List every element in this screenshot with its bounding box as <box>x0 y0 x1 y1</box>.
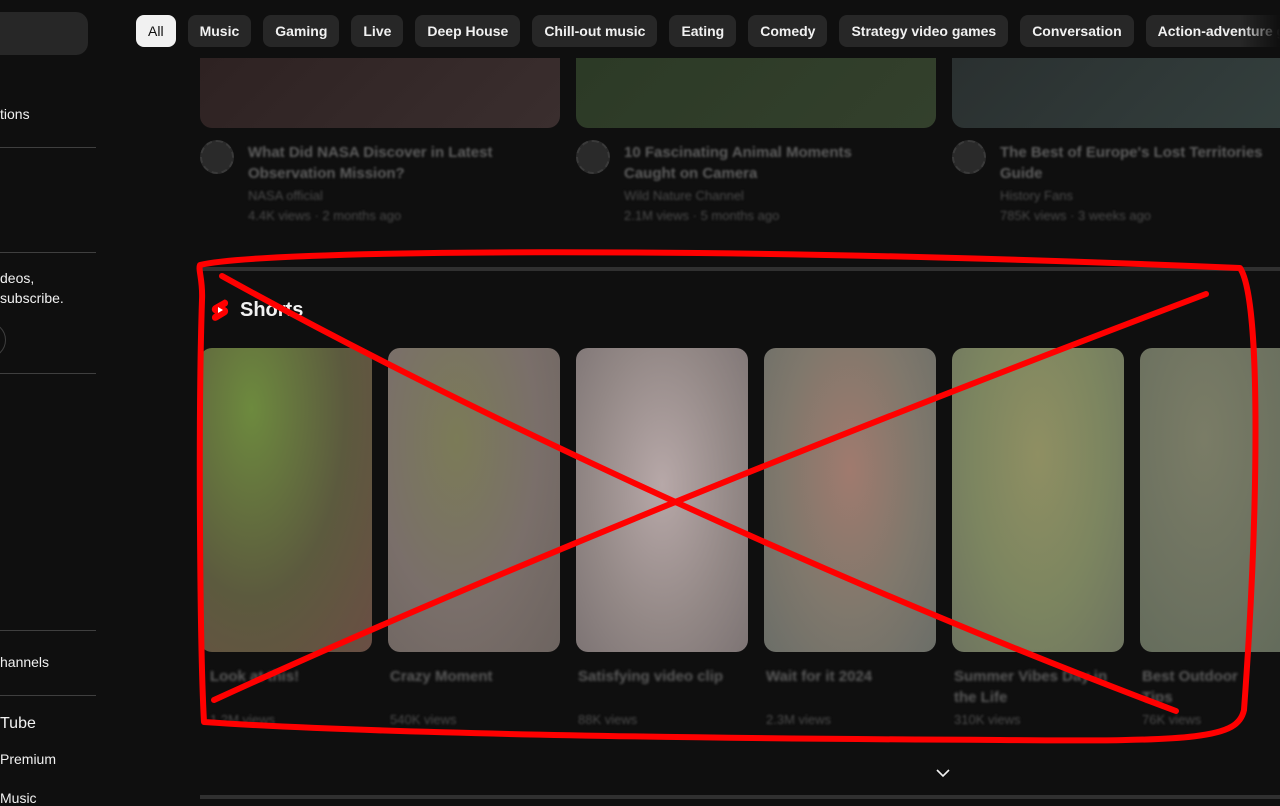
signin-prompt-line1: deos, <box>0 270 35 286</box>
section-divider <box>200 795 1280 799</box>
short-title[interactable]: Summer Vibes Day in the Life <box>954 666 1114 708</box>
sidebar-divider <box>0 695 96 696</box>
sidebar-divider <box>0 147 96 148</box>
short-views: 540K views <box>390 712 457 727</box>
channel-avatar[interactable] <box>576 140 610 174</box>
short-thumbnail[interactable] <box>200 348 372 652</box>
chip-conversation[interactable]: Conversation <box>1020 15 1134 47</box>
chip-live[interactable]: Live <box>351 15 404 47</box>
shorts-title: Shorts <box>240 298 304 321</box>
video-thumbnail[interactable] <box>952 58 1280 128</box>
signin-button[interactable] <box>0 322 6 358</box>
chip-gaming[interactable]: Gaming <box>263 15 340 47</box>
sidebar: tions deos, subscribe. hannels Tube Prem… <box>0 0 96 806</box>
video-channel-name[interactable]: NASA official <box>248 188 518 203</box>
video-title[interactable]: 10 Fascinating Animal Moments Caught on C… <box>624 142 894 184</box>
chip-music[interactable]: Music <box>187 15 252 47</box>
short-views: 2.3M views <box>766 712 832 727</box>
sidebar-item-you[interactable] <box>0 12 88 55</box>
chip-strategy-video-games[interactable]: Strategy video games <box>839 15 1009 47</box>
channel-avatar[interactable] <box>200 140 234 174</box>
sidebar-item-browse-channels[interactable]: hannels <box>0 654 49 670</box>
signin-prompt-line2: subscribe. <box>0 290 64 306</box>
shorts-header: Shorts <box>210 298 303 322</box>
filter-chips-bar: All Music Gaming Live Deep House Chill-o… <box>136 15 1280 47</box>
short-thumbnail[interactable] <box>952 348 1124 652</box>
sidebar-item-premium[interactable]: Premium <box>0 751 56 767</box>
chip-eating[interactable]: Eating <box>669 15 737 47</box>
short-title[interactable]: Crazy Moment <box>390 666 550 687</box>
sidebar-heading-more-from-youtube: Tube <box>0 715 36 732</box>
video-views: 785K views · 3 weeks ago <box>1000 208 1152 223</box>
chip-all[interactable]: All <box>136 15 176 47</box>
chips-fade <box>1240 0 1280 60</box>
shorts-logo-icon <box>211 299 229 321</box>
sidebar-item-music[interactable]: Music <box>0 790 37 806</box>
section-divider <box>200 267 1280 271</box>
sidebar-divider <box>0 252 96 253</box>
sidebar-divider <box>0 630 96 631</box>
video-views: 4.4K views · 2 months ago <box>248 208 402 223</box>
channel-avatar[interactable] <box>952 140 986 174</box>
video-channel-name[interactable]: History Fans <box>1000 188 1270 203</box>
short-views: 88K views <box>578 712 638 727</box>
short-views: 76K views <box>1142 712 1202 727</box>
video-thumbnail[interactable] <box>200 58 560 128</box>
video-title[interactable]: The Best of Europe's Lost Territories Gui… <box>1000 142 1270 184</box>
chevron-down-icon[interactable] <box>934 764 952 782</box>
chip-deep-house[interactable]: Deep House <box>415 15 521 47</box>
short-title[interactable]: Satisfying video clip <box>578 666 738 687</box>
short-title[interactable]: Best Outdoor Tips <box>1142 666 1272 708</box>
short-views: 310K views <box>954 712 1021 727</box>
short-thumbnail[interactable] <box>1140 348 1280 652</box>
chip-chill-out-music[interactable]: Chill-out music <box>532 15 658 47</box>
short-thumbnail[interactable] <box>388 348 560 652</box>
short-thumbnail[interactable] <box>576 348 748 652</box>
sidebar-divider <box>0 373 96 374</box>
short-title[interactable]: Look at this! <box>210 666 370 687</box>
short-thumbnail[interactable] <box>764 348 936 652</box>
video-title[interactable]: What Did NASA Discover in Latest Observat… <box>248 142 518 184</box>
video-thumbnail[interactable] <box>576 58 936 128</box>
short-title[interactable]: Wait for it 2024 <box>766 666 926 687</box>
sidebar-item-subscriptions[interactable]: tions <box>0 106 30 122</box>
chip-comedy[interactable]: Comedy <box>748 15 828 47</box>
video-views: 2.1M views · 5 months ago <box>624 208 780 223</box>
video-channel-name[interactable]: Wild Nature Channel <box>624 188 894 203</box>
short-views: 1.2M views <box>210 712 276 727</box>
